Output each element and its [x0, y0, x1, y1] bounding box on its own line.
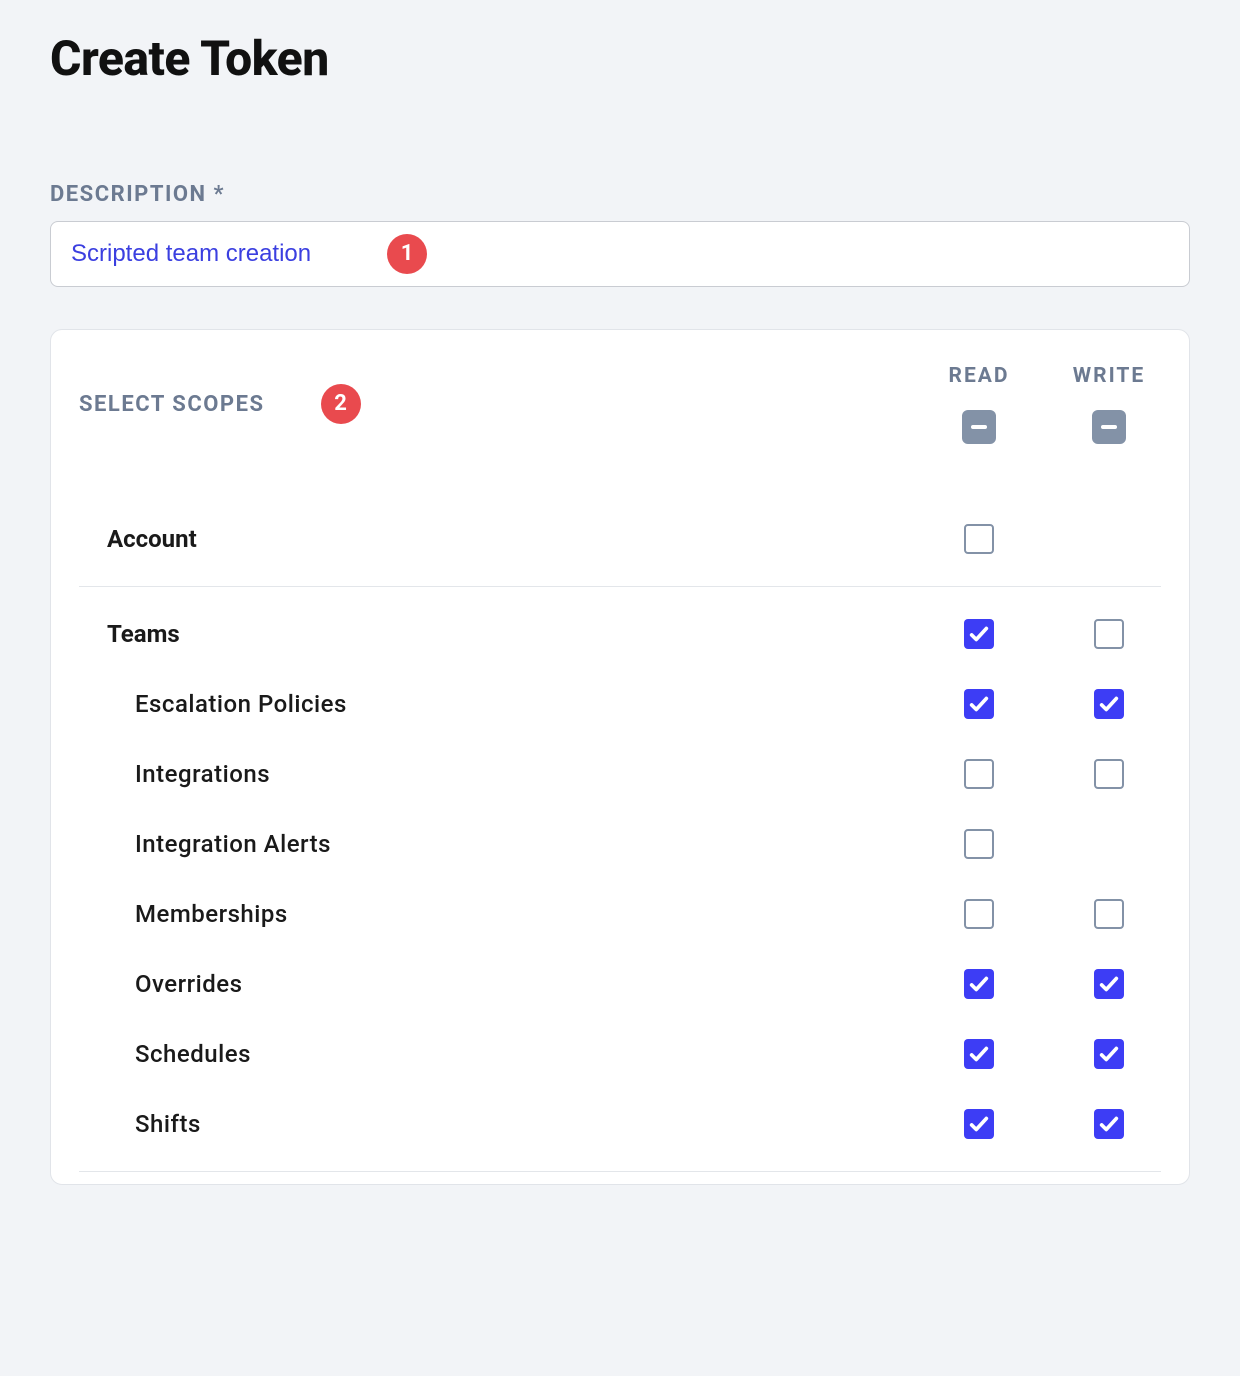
description-input-wrap: 1 [50, 221, 1190, 287]
scope-overrides-write-checkbox[interactable] [1094, 969, 1124, 999]
scope-integration-alerts-read-checkbox-cell [927, 829, 1031, 859]
scope-shifts-write-checkbox[interactable] [1094, 1109, 1124, 1139]
scope-label: Integrations [79, 760, 927, 788]
scope-schedules-read-checkbox[interactable] [964, 1039, 994, 1069]
select-scopes-label: SELECT SCOPES [79, 392, 265, 417]
scope-integration-alerts-read-checkbox[interactable] [964, 829, 994, 859]
scope-overrides-write-checkbox-cell [1057, 969, 1161, 999]
scope-label: Overrides [79, 970, 927, 998]
scopes-panel: SELECT SCOPES 2 READ WRITE Account Teams E… [50, 329, 1190, 1185]
scope-account-read-checkbox-cell [927, 524, 1031, 554]
scope-row-schedules: Schedules [79, 1019, 1161, 1089]
write-column-header: WRITE [1057, 364, 1161, 444]
write-select-all-checkbox[interactable] [1092, 410, 1126, 444]
scope-teams-read-checkbox[interactable] [964, 619, 994, 649]
scope-schedules-read-checkbox-cell [927, 1039, 1031, 1069]
scope-row-memberships: Memberships [79, 879, 1161, 949]
scope-label: Memberships [79, 900, 927, 928]
scope-escalation-policies-read-checkbox-cell [927, 689, 1031, 719]
scope-shifts-write-checkbox-cell [1057, 1109, 1161, 1139]
read-column-header: READ [927, 364, 1031, 444]
scope-integrations-read-checkbox-cell [927, 759, 1031, 789]
page-title: Create Token [50, 30, 1190, 87]
scope-label: Shifts [79, 1110, 927, 1138]
scope-teams-write-checkbox-cell [1057, 619, 1161, 649]
scope-memberships-read-checkbox[interactable] [964, 899, 994, 929]
scope-row-integrations: Integrations [79, 739, 1161, 809]
scope-section-account: Account [79, 504, 1161, 587]
scope-overrides-read-checkbox-cell [927, 969, 1031, 999]
scope-memberships-write-checkbox-cell [1057, 899, 1161, 929]
description-input[interactable] [50, 221, 1190, 287]
scope-body: Account Teams Escalation Policies Integrati… [79, 504, 1161, 1172]
scope-row-overrides: Overrides [79, 949, 1161, 1019]
scope-escalation-policies-write-checkbox[interactable] [1094, 689, 1124, 719]
scopes-header: SELECT SCOPES 2 READ WRITE [79, 364, 1161, 444]
scope-label: Teams [79, 620, 927, 648]
scope-section-teams: Teams Escalation Policies Integrations Inte… [79, 599, 1161, 1172]
scope-memberships-write-checkbox[interactable] [1094, 899, 1124, 929]
read-column-title: READ [948, 364, 1009, 388]
scope-integrations-write-checkbox[interactable] [1094, 759, 1124, 789]
scope-shifts-read-checkbox[interactable] [964, 1109, 994, 1139]
scope-overrides-read-checkbox[interactable] [964, 969, 994, 999]
scope-shifts-read-checkbox-cell [927, 1109, 1031, 1139]
description-label: DESCRIPTION * [50, 182, 1190, 207]
scope-memberships-read-checkbox-cell [927, 899, 1031, 929]
scope-escalation-policies-read-checkbox[interactable] [964, 689, 994, 719]
annotation-badge-2: 2 [321, 384, 361, 424]
scope-schedules-write-checkbox[interactable] [1094, 1039, 1124, 1069]
scope-schedules-write-checkbox-cell [1057, 1039, 1161, 1069]
scope-row-account: Account [79, 504, 1161, 574]
scope-row-teams: Teams [79, 599, 1161, 669]
scope-teams-read-checkbox-cell [927, 619, 1031, 649]
scope-account-read-checkbox[interactable] [964, 524, 994, 554]
scope-teams-write-checkbox[interactable] [1094, 619, 1124, 649]
scope-integrations-write-checkbox-cell [1057, 759, 1161, 789]
scope-label: Account [79, 525, 927, 553]
scope-row-shifts: Shifts [79, 1089, 1161, 1159]
scope-label: Integration Alerts [79, 830, 927, 858]
scope-row-integration-alerts: Integration Alerts [79, 809, 1161, 879]
scope-integrations-read-checkbox[interactable] [964, 759, 994, 789]
read-select-all-checkbox[interactable] [962, 410, 996, 444]
scope-label: Schedules [79, 1040, 927, 1068]
scope-row-escalation-policies: Escalation Policies [79, 669, 1161, 739]
write-column-title: WRITE [1073, 364, 1146, 388]
scope-escalation-policies-write-checkbox-cell [1057, 689, 1161, 719]
scope-label: Escalation Policies [79, 690, 927, 718]
